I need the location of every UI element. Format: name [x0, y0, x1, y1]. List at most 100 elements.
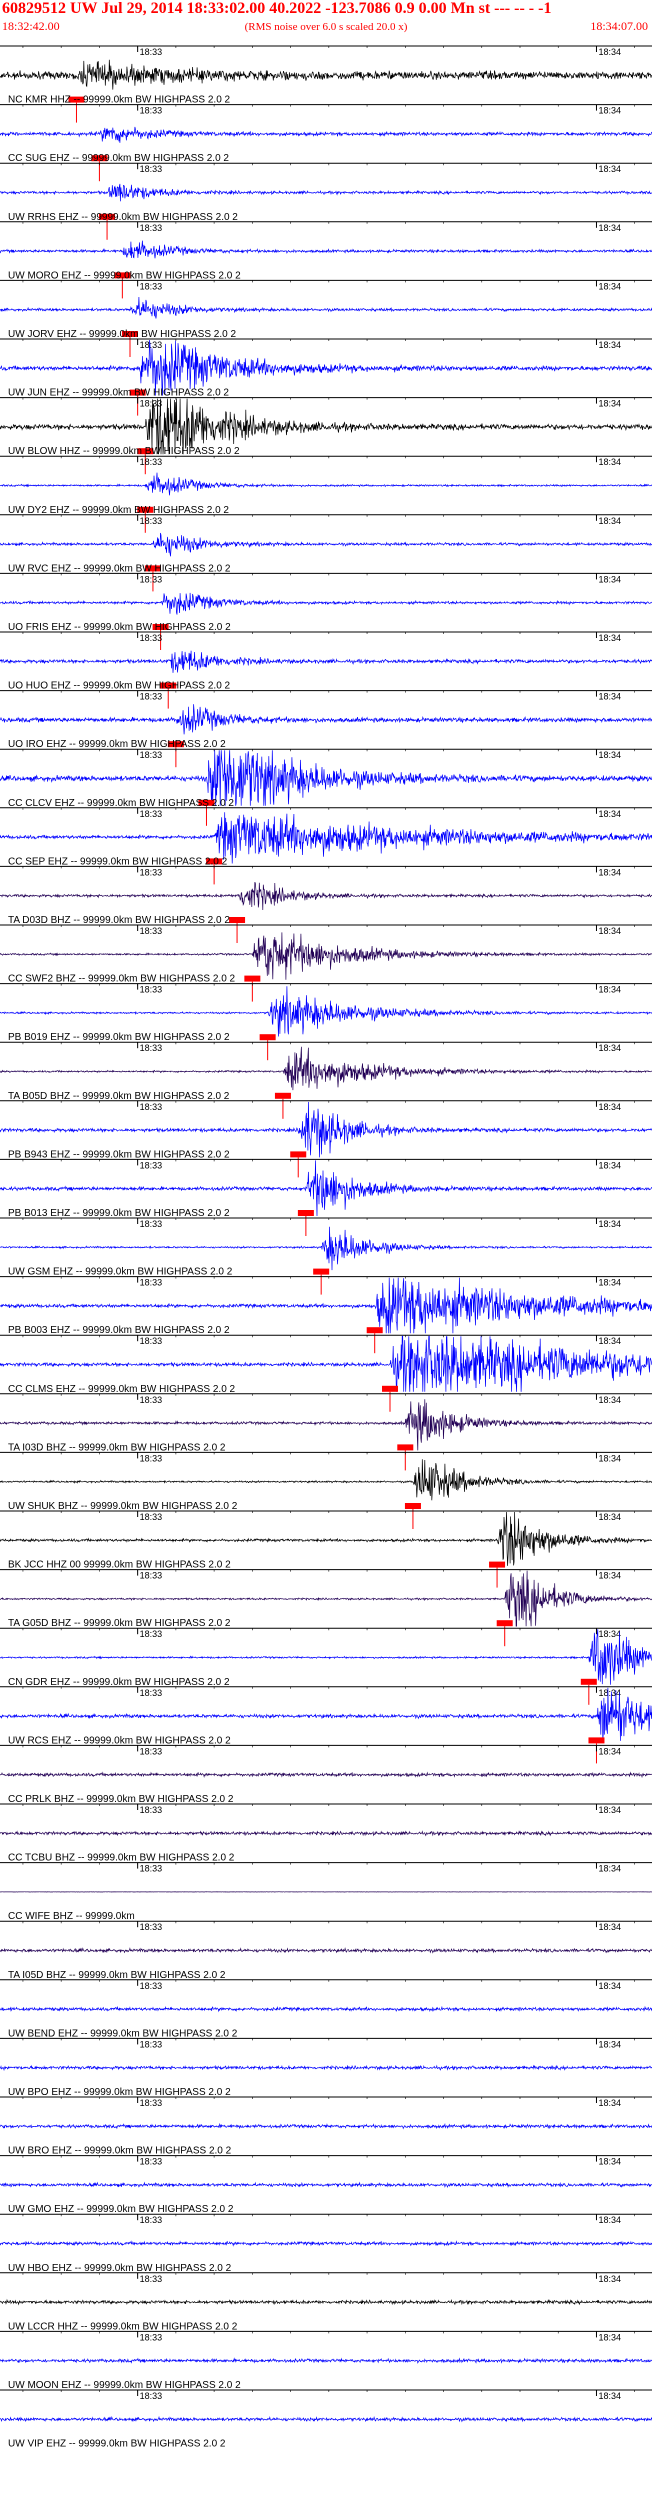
tick-label: 18:33 — [140, 985, 163, 995]
tick-label: 18:34 — [598, 985, 621, 995]
trace-row: 18:33 18:34 UW DY2 EHZ -- 99999.0km BW HIG… — [0, 455, 652, 533]
tick-label: 18:34 — [598, 867, 621, 877]
trace-row: 18:33 18:34 UW MOON EHZ -- 99999.0km BW HI… — [0, 2330, 652, 2391]
trace-row: 18:33 18:34 UW BLOW HHZ -- 99999.0km BW HI… — [0, 397, 652, 475]
station-label: UO HUO EHZ -- 99999.0km BW HIGHPASS 2.0 … — [8, 681, 231, 692]
station-label: UW MOON EHZ -- 99999.0km BW HIGHPASS 2.0… — [8, 2380, 241, 2391]
tick-label: 18:34 — [598, 750, 621, 760]
station-label: UW BRO EHZ -- 99999.0km BW HIGHPASS 2.0 … — [8, 2146, 232, 2157]
trace-row: 18:33 18:34 UO HUO EHZ -- 99999.0km BW HIG… — [0, 631, 652, 709]
tick-label: 18:33 — [140, 633, 163, 643]
pick-marker — [397, 1444, 414, 1451]
pick-marker — [244, 975, 261, 982]
tick-label: 18:33 — [140, 1043, 163, 1053]
trace-row: 18:33 18:34 CC SUG EHZ -- 99999.0km BW HIG… — [0, 104, 652, 182]
tick-label: 18:33 — [140, 692, 163, 702]
tick-label: 18:33 — [140, 457, 163, 467]
station-label: PB B003 EHZ -- 99999.0km BW HIGHPASS 2.0… — [8, 1325, 230, 1336]
station-label: UW RCS EHZ -- 99999.0km BW HIGHPASS 2.0 … — [8, 1735, 231, 1746]
waveform — [0, 2240, 652, 2247]
tick-label: 18:33 — [140, 1688, 163, 1698]
tick-label: 18:33 — [140, 1512, 163, 1522]
station-label: BK JCC HHZ 00 99999.0km BW HIGHPASS 2.0 … — [8, 1560, 231, 1571]
trace-row: 18:33 18:34 UO IRO EHZ -- 99999.0km BW HIG… — [0, 690, 652, 768]
waveform — [0, 532, 652, 557]
station-label: TA I03D BHZ -- 99999.0km BW HIGHPASS 2.0… — [8, 1442, 226, 1453]
tick-label: 18:34 — [598, 574, 621, 584]
station-label: CC SWF2 BHZ -- 99999.0km BW HIGHPASS 2.0… — [8, 974, 236, 985]
waveform — [0, 2357, 652, 2364]
tick-label: 18:34 — [598, 399, 621, 409]
waveform — [0, 2181, 652, 2189]
trace-row: 18:33 18:34 UW MORO EHZ -- 99999.0km BW HI… — [0, 221, 652, 299]
pick-marker — [404, 1503, 421, 1509]
station-label: CC SEP EHZ -- 99999.0km BW HIGHPASS 2.0 … — [8, 856, 228, 867]
waveform — [0, 240, 652, 259]
trace-row: 18:33 18:34 UW JUN EHZ -- 99999.0km BW HIG… — [0, 338, 652, 416]
tick-label: 18:33 — [140, 1453, 163, 1463]
tick-label: 18:33 — [140, 809, 163, 819]
tick-label: 18:34 — [598, 2039, 621, 2049]
trace-row: 18:33 18:34 PB B003 EHZ -- 99999.0km BW HI… — [0, 1276, 652, 1354]
trace-row: 18:33 18:34 PB B013 EHZ -- 99999.0km BW HI… — [0, 1158, 652, 1236]
waveform — [0, 592, 652, 615]
tick-label: 18:33 — [140, 2098, 163, 2108]
tick-label: 18:34 — [598, 2274, 621, 2284]
pick-marker — [290, 1151, 307, 1158]
tick-label: 18:33 — [140, 1746, 163, 1756]
station-label: TA I05D BHZ -- 99999.0km BW HIGHPASS 2.0… — [8, 1970, 226, 1981]
tick-label: 18:33 — [140, 1571, 163, 1581]
station-label: UW GMO EHZ -- 99999.0km BW HIGHPASS 2.0 … — [8, 2204, 234, 2215]
tick-label: 18:33 — [140, 1219, 163, 1229]
trace-row: 18:33 18:34 TA I03D BHZ -- 99999.0km BW HI… — [0, 1393, 652, 1471]
tick-label: 18:34 — [598, 106, 621, 116]
station-label: NC KMR HHZ -- 99999.0km BW HIGHPASS 2.0 … — [8, 95, 231, 106]
tick-label: 18:33 — [140, 47, 163, 57]
waveform — [0, 1947, 652, 1954]
tick-label: 18:34 — [598, 2391, 621, 2401]
station-label: UO FRIS EHZ -- 99999.0km BW HIGHPASS 2.0… — [8, 622, 231, 633]
station-label: CC CLMS EHZ -- 99999.0km BW HIGHPASS 2.0… — [8, 1384, 236, 1395]
station-label: UW GSM EHZ -- 99999.0km BW HIGHPASS 2.0 … — [8, 1267, 233, 1278]
tick-label: 18:34 — [598, 1922, 621, 1932]
tick-label: 18:33 — [140, 106, 163, 116]
station-label: TA G05D BHZ -- 99999.0km BW HIGHPASS 2.0… — [8, 1618, 231, 1629]
tick-label: 18:34 — [598, 281, 621, 291]
trace-row: 18:33 18:34 CC CLCV EHZ -- 99999.0km BW HI… — [0, 748, 652, 826]
tick-label: 18:33 — [140, 926, 163, 936]
station-label: PB B943 EHZ -- 99999.0km BW HIGHPASS 2.0… — [8, 1149, 230, 1160]
waveform — [0, 2415, 652, 2423]
tick-label: 18:34 — [598, 47, 621, 57]
trace-row: 18:33 18:34 CN GDR EHZ -- 99999.0km BW HIG… — [0, 1627, 652, 1705]
station-label: TA D03D BHZ -- 99999.0km BW HIGHPASS 2.0… — [8, 915, 230, 926]
trace-row: 18:33 18:34 UW BEND EHZ -- 99999.0km BW HI… — [0, 1979, 652, 2039]
plot-header: 60829512 UW Jul 29, 2014 18:33:02.00 40.… — [0, 0, 652, 36]
trace-row: 18:33 18:34 TA I05D BHZ -- 99999.0km BW HI… — [0, 1920, 652, 1981]
waveform — [0, 1046, 652, 1091]
station-label: UW JORV EHZ -- 99999.0km BW HIGHPASS 2.0… — [8, 329, 236, 340]
waveform — [0, 183, 652, 202]
station-label: UW SHUK BHZ -- 99999.0km BW HIGHPASS 2.0… — [8, 1501, 238, 1512]
tick-label: 18:34 — [598, 1688, 621, 1698]
tick-label: 18:33 — [140, 516, 163, 526]
pick-marker — [489, 1561, 506, 1568]
tick-label: 18:33 — [140, 574, 163, 584]
rms-note: (RMS noise over 6.0 s scaled 20.0 x) — [244, 21, 408, 33]
tick-label: 18:34 — [598, 164, 621, 174]
tick-label: 18:33 — [140, 223, 163, 233]
trace-row: 18:33 18:34 CC SEP EHZ -- 99999.0km BW HIG… — [0, 807, 652, 885]
pick-marker — [382, 1385, 398, 1392]
trace-row: 18:33 18:34 TA G05D BHZ -- 99999.0km BW HI… — [0, 1569, 652, 1647]
station-label: CC PRLK BHZ -- 99999.0km BW HIGHPASS 2.0… — [8, 1794, 234, 1805]
tick-label: 18:34 — [598, 1805, 621, 1815]
tick-label: 18:33 — [140, 1922, 163, 1932]
station-label: PB B019 EHZ -- 99999.0km BW HIGHPASS 2.0… — [8, 1032, 230, 1043]
tick-label: 18:34 — [598, 1453, 621, 1463]
tick-label: 18:34 — [598, 1043, 621, 1053]
pick-marker — [366, 1327, 383, 1334]
pick-marker — [496, 1620, 513, 1627]
trace-row: 18:33 18:34 UW BPO EHZ -- 99999.0km BW HIG… — [0, 2037, 652, 2098]
tick-label: 18:33 — [140, 1395, 163, 1405]
waveform — [0, 59, 652, 90]
station-label: UW DY2 EHZ -- 99999.0km BW HIGHPASS 2.0 … — [8, 505, 229, 516]
